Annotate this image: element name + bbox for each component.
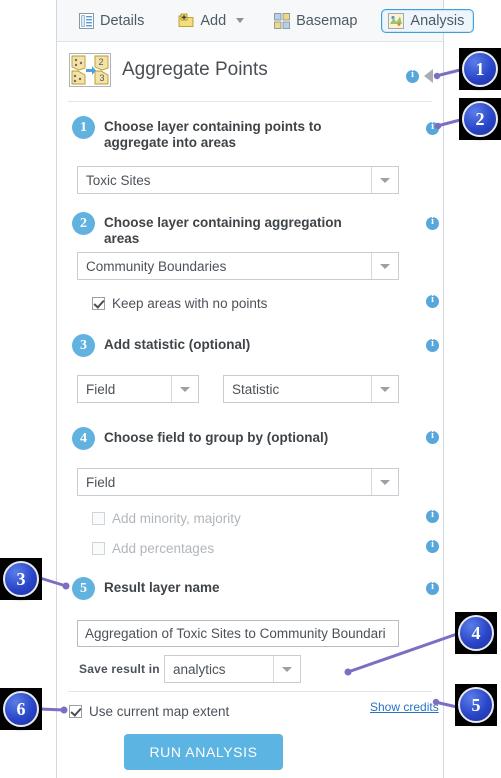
- callout-3-number: 3: [3, 561, 39, 597]
- callout-3: 3: [0, 558, 42, 600]
- callout-6: 6: [0, 688, 42, 730]
- callout-2-number: 2: [462, 101, 498, 137]
- callout-4-number: 4: [458, 615, 494, 651]
- callout-1: 1: [459, 48, 501, 90]
- callout-2: 2: [459, 98, 501, 140]
- callout-4: 4: [455, 612, 497, 654]
- callout-6-number: 6: [3, 691, 39, 727]
- callout-5-number: 5: [458, 687, 494, 723]
- callout-5: 5: [455, 684, 497, 726]
- callout-connectors: [39, 67, 465, 714]
- callout-1-number: 1: [462, 51, 498, 87]
